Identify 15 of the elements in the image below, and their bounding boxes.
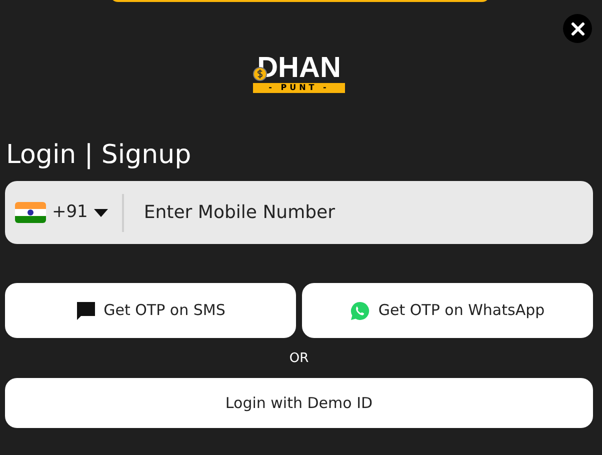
close-button[interactable] bbox=[563, 14, 592, 43]
message-icon bbox=[76, 300, 96, 320]
caret-icon bbox=[94, 208, 108, 216]
country-code-dropdown[interactable]: +91 bbox=[5, 194, 124, 232]
mobile-number-input[interactable]: Enter Mobile Number bbox=[124, 199, 593, 226]
separator-text: OR bbox=[288, 350, 310, 368]
logo-tagline: - PUNT - bbox=[253, 83, 345, 93]
page-title: Login | Signup bbox=[6, 139, 192, 172]
sms-otp-button[interactable]: Get OTP on SMS bbox=[5, 283, 296, 338]
close-icon bbox=[570, 22, 584, 36]
flag-icon bbox=[15, 202, 46, 223]
whatsapp-otp-button[interactable]: Get OTP on WhatsApp bbox=[302, 283, 593, 338]
phone-field[interactable]: +91 Enter Mobile Number bbox=[5, 181, 593, 244]
whatsapp-icon bbox=[350, 300, 370, 320]
demo-login-button[interactable]: Login with Demo ID bbox=[5, 378, 593, 428]
